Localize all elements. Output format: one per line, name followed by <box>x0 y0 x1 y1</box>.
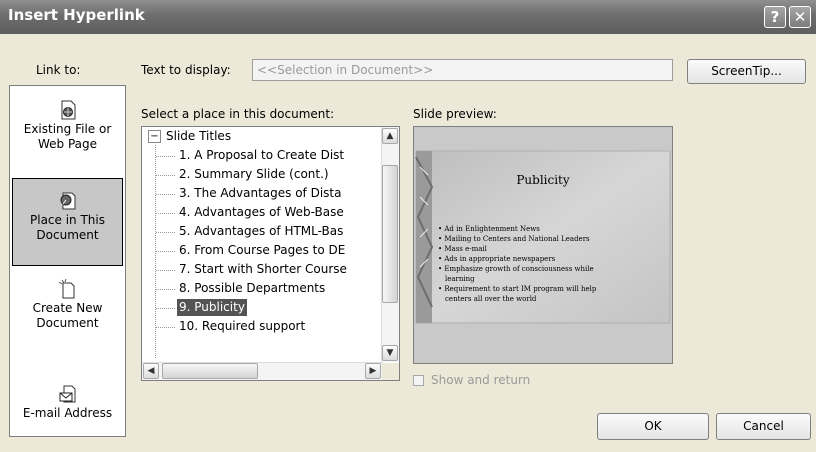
existing-file-label-2: Web Page <box>37 137 98 151</box>
create-new-label-2: Document <box>36 316 99 330</box>
tree-horizontal-scrollbar[interactable]: ◀ ▶ <box>142 362 383 380</box>
slide-bullet-text: Mailing to Centers and National Leaders <box>444 235 590 243</box>
tree-item[interactable]: 8. Possible Departments <box>179 280 325 297</box>
create-new-document-button[interactable]: Create New Document <box>12 279 123 331</box>
new-document-icon <box>58 279 74 299</box>
place-label: Select a place in this document: <box>141 107 335 121</box>
scroll-corner <box>382 363 399 380</box>
scroll-up-button[interactable]: ▲ <box>382 128 398 144</box>
tree-item[interactable]: 2. Summary Slide (cont.) <box>179 166 329 183</box>
slide-bullet: learning <box>445 275 475 283</box>
slide-bullet-text: learning <box>445 275 475 283</box>
tree-root[interactable]: Slide Titles <box>166 128 231 145</box>
tree-item[interactable]: 10. Required support <box>179 318 305 335</box>
email-label: E-mail Address <box>22 406 113 420</box>
dialog-title: Insert Hyperlink <box>8 6 145 24</box>
close-button[interactable]: ✕ <box>789 6 811 28</box>
cancel-button[interactable]: Cancel <box>716 413 811 440</box>
tree-item[interactable]: 5. Advantages of HTML-Bas <box>179 223 343 240</box>
tree-item[interactable]: 7. Start with Shorter Course <box>179 261 347 278</box>
place-label-1: Place in This <box>30 213 105 227</box>
slide-bullet: centers all over the world <box>445 295 536 303</box>
email-icon <box>59 385 75 403</box>
text-to-display-value: <<Selection in Document>> <box>257 63 434 77</box>
web-file-icon <box>61 100 75 120</box>
tree-item[interactable]: 9. Publicity <box>177 299 247 316</box>
tree-item[interactable]: 6. From Course Pages to DE <box>179 242 345 259</box>
vertical-scroll-thumb[interactable] <box>382 165 398 303</box>
link-to-pane: Existing File or Web Page Place in This … <box>9 85 126 437</box>
email-address-button[interactable]: E-mail Address <box>12 384 123 421</box>
slide-bullet: • Ad in Enlightenment News <box>438 225 540 233</box>
slide-bullet-text: Ad in Enlightenment News <box>444 225 540 233</box>
slide-preview-label: Slide preview: <box>413 107 497 121</box>
slide-title: Publicity <box>516 173 570 187</box>
slide-bullet-text: Requirement to start IM program will hel… <box>444 285 597 293</box>
screentip-button[interactable]: ScreenTip... <box>687 59 806 84</box>
slide-preview: Publicity • Ad in Enlightenment News • Ma… <box>413 126 673 364</box>
existing-file-button[interactable]: Existing File or Web Page <box>12 100 123 152</box>
slide-bullet-text: Mass e-mail <box>444 245 487 253</box>
scroll-right-button[interactable]: ▶ <box>365 363 381 379</box>
place-label-2: Document <box>36 228 99 242</box>
slide-bullet-text: Emphasize growth of consciousness while <box>444 265 594 273</box>
text-to-display-input[interactable]: <<Selection in Document>> <box>252 59 673 81</box>
title-bar[interactable]: Insert Hyperlink ? ✕ <box>0 0 816 34</box>
help-button[interactable]: ? <box>764 6 786 28</box>
text-to-display-label: Text to display: <box>141 63 231 77</box>
ok-button[interactable]: OK <box>597 413 709 440</box>
slide-bullet: • Mailing to Centers and National Leader… <box>438 235 590 243</box>
show-and-return-checkbox[interactable] <box>413 375 424 386</box>
slide-bullet: • Ads in appropriate newspapers <box>438 255 555 263</box>
link-to-label: Link to: <box>36 63 81 77</box>
slide-bullet: • Mass e-mail <box>438 245 487 253</box>
slide-bullet: • Emphasize growth of consciousness whil… <box>438 265 594 273</box>
slide-bullet: • Requirement to start IM program will h… <box>438 285 596 293</box>
tree-item[interactable]: 1. A Proposal to Create Dist <box>179 147 344 164</box>
tree-item[interactable]: 3. The Advantages of Dista <box>179 185 341 202</box>
scroll-down-button[interactable]: ▼ <box>382 345 398 361</box>
tree-item[interactable]: 4. Advantages of Web-Base <box>179 204 344 221</box>
show-and-return-label: Show and return <box>431 373 531 387</box>
horizontal-scroll-thumb[interactable] <box>162 363 258 379</box>
existing-file-label-1: Existing File or <box>23 122 112 136</box>
collapse-toggle-icon[interactable]: − <box>148 130 161 143</box>
place-in-document-button[interactable]: Place in This Document <box>12 178 123 266</box>
slide-bullet-text: Ads in appropriate newspapers <box>444 255 556 263</box>
place-tree[interactable]: − Slide Titles 1. A Proposal to Create D… <box>141 126 400 381</box>
scroll-left-button[interactable]: ◀ <box>143 363 159 379</box>
slide-bullet-text: centers all over the world <box>445 295 537 303</box>
create-new-label-1: Create New <box>32 301 103 315</box>
tree-vertical-scrollbar[interactable]: ▲ ▼ <box>381 127 399 362</box>
document-place-icon <box>60 192 75 210</box>
